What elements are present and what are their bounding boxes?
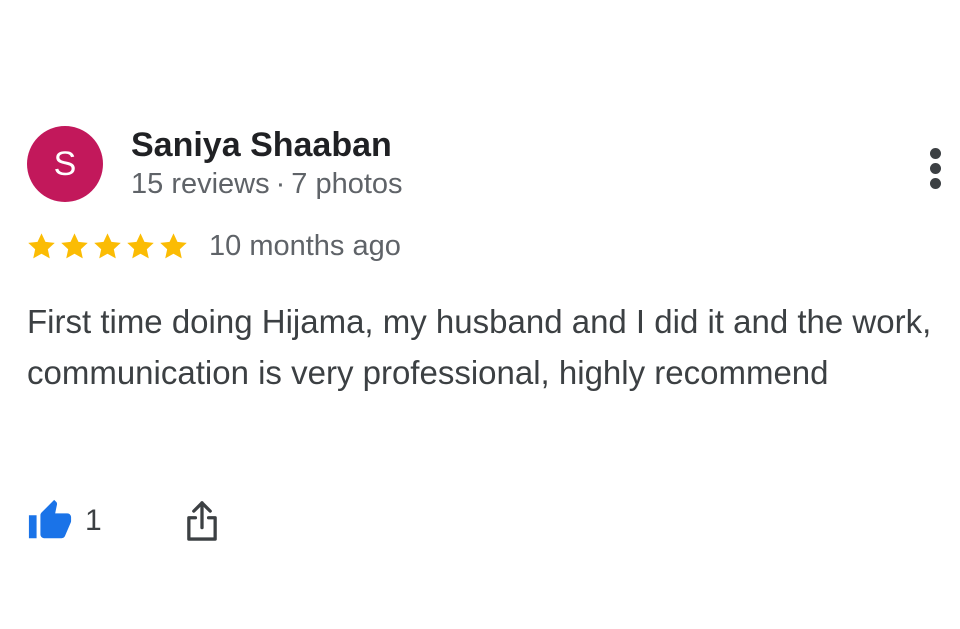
photo-count: 7 photos [291,168,403,200]
like-button[interactable]: 1 [27,498,102,544]
more-options-button[interactable] [920,146,952,190]
avatar[interactable]: S [27,126,103,202]
review-date: 10 months ago [209,229,401,262]
star-rating [26,231,189,262]
share-button[interactable] [182,498,222,544]
share-icon [187,501,217,541]
star-icon [127,232,154,258]
rating-row: 10 months ago [26,226,401,266]
review-count: 15 reviews [131,168,270,200]
thumbs-up-icon [28,499,72,539]
like-count: 1 [85,504,102,537]
star-icon [94,232,121,258]
meta-separator: · [275,168,286,200]
author-meta: 15 reviews · 7 photos [131,168,403,201]
star-icon [28,232,55,258]
review-card: S Saniya Shaaban 15 reviews · 7 photos 10 … [0,0,960,629]
author-name[interactable]: Saniya Shaaban [131,126,392,165]
star-icon [61,232,88,258]
star-icon [160,232,187,258]
avatar-initial: S [53,145,77,183]
review-text: First time doing Hijama, my husband and … [27,303,932,391]
